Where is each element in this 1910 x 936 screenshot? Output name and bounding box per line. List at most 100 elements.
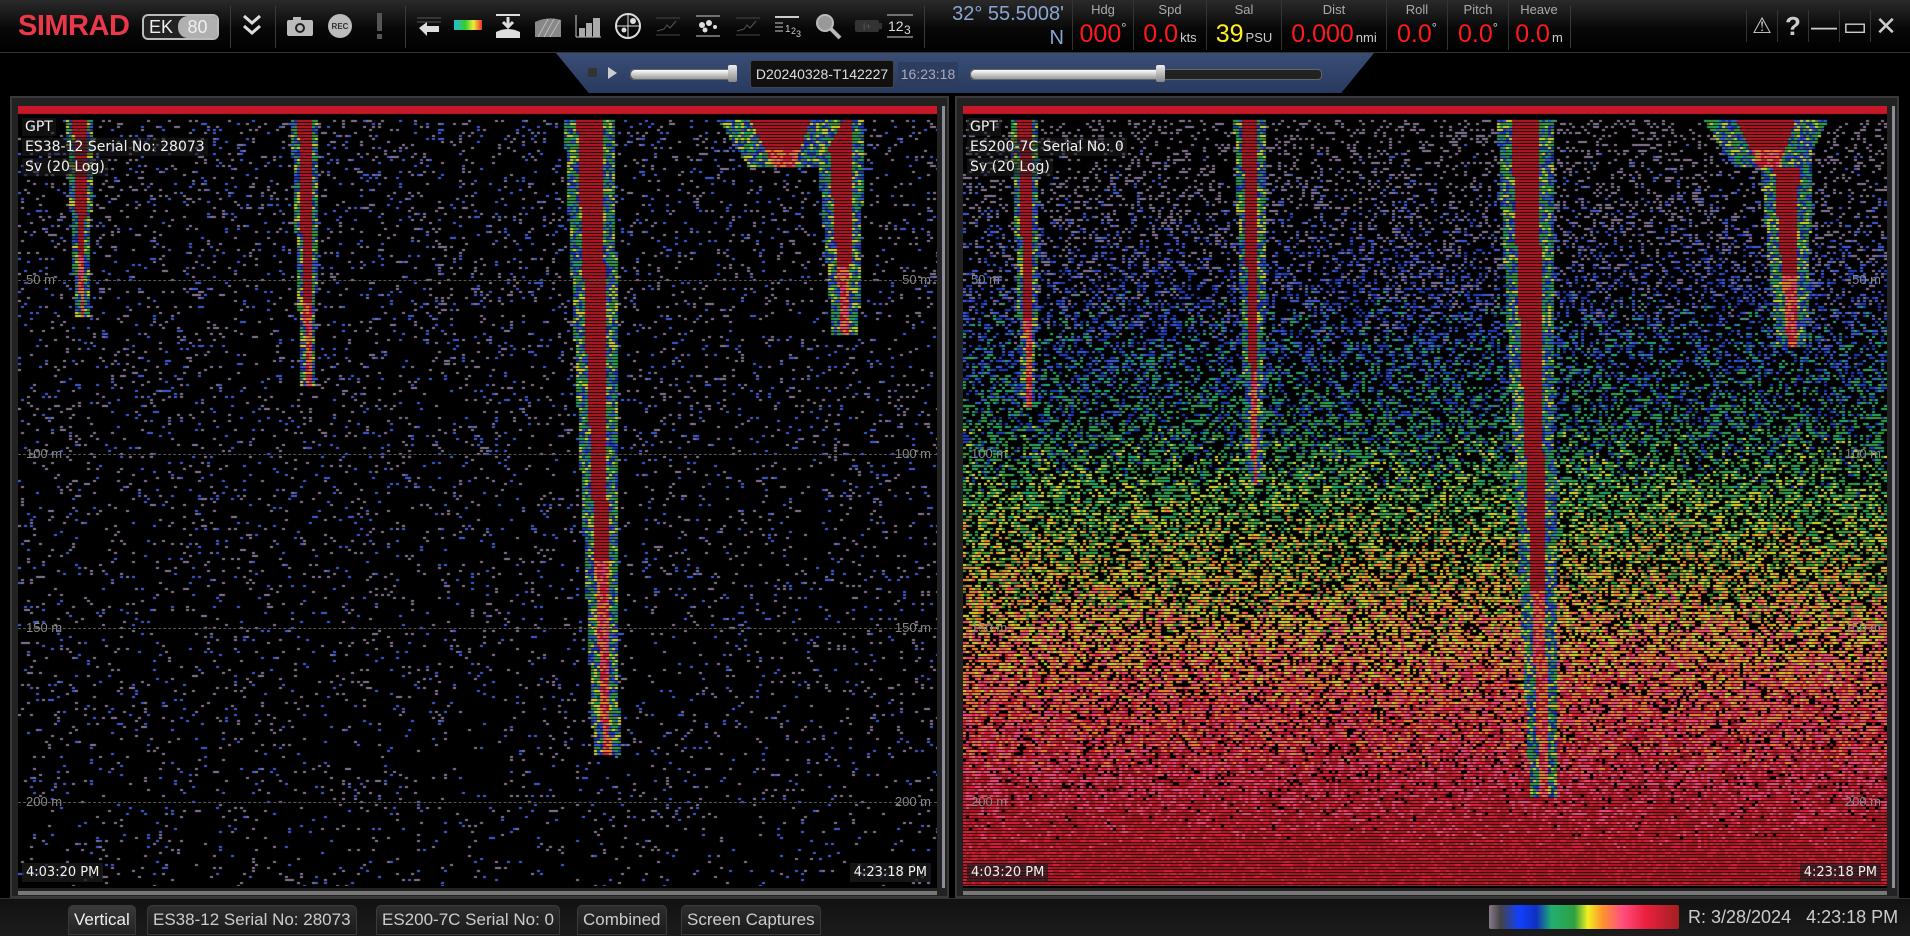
speed-slider-fill xyxy=(631,70,733,79)
toolbar-divider xyxy=(405,6,406,48)
echo-line-disabled-icon xyxy=(736,17,760,36)
toolbar-divider xyxy=(924,6,925,48)
depth-gridline xyxy=(18,802,937,803)
distance-gauge[interactable]: Dist 0.000 nmi xyxy=(1281,0,1386,50)
echogram-canvas[interactable] xyxy=(18,106,937,886)
tab-vertical[interactable]: Vertical xyxy=(68,905,136,935)
ek80-badge-left: EK xyxy=(148,17,173,37)
depth-label-left: 150 m xyxy=(26,620,63,635)
heading-gauge[interactable]: Hdg 000° xyxy=(1072,0,1133,50)
depth-import-button[interactable] xyxy=(492,10,524,42)
color-palette-icon xyxy=(454,20,482,30)
record-icon: REC xyxy=(328,14,352,38)
gauge-value: 0.0 xyxy=(1515,20,1550,48)
latitude: 32° 55.5008' N xyxy=(952,3,1064,49)
maximize-button[interactable]: ▭ xyxy=(1839,10,1870,42)
minimize-button[interactable]: — xyxy=(1808,10,1839,42)
depth-label-right: 50 m xyxy=(902,272,931,287)
gauge-unit: ° xyxy=(1121,20,1127,35)
tab-combined[interactable]: Combined xyxy=(577,905,667,935)
salinity-gauge[interactable]: Sal 39 PSU xyxy=(1206,0,1281,50)
speed-slider-knob[interactable] xyxy=(728,65,737,82)
target-button[interactable] xyxy=(612,10,644,42)
vertical-range-scrollbar[interactable] xyxy=(1892,106,1895,888)
gauge-label: Dist xyxy=(1322,2,1346,17)
echogram-200khz[interactable]: 50 m 100 m 150 m 200 m 50 m 100 m 150 m … xyxy=(963,106,1887,888)
depth-import-icon xyxy=(496,14,520,38)
gauge-unit: PSU xyxy=(1245,30,1273,45)
playback-speed-slider[interactable] xyxy=(630,65,737,82)
horizontal-scrollbar[interactable] xyxy=(963,891,1887,895)
depth-label-left: 100 m xyxy=(26,446,63,461)
undo-button[interactable] xyxy=(412,10,444,42)
depth-label-right: 100 m xyxy=(894,446,931,461)
roll-gauge[interactable]: Roll 0.0° xyxy=(1386,0,1447,50)
echogram-mode-label: GPT xyxy=(967,118,1001,136)
gauge-unit: ° xyxy=(1492,20,1498,35)
speed-gauge[interactable]: Spd 0.0 kts xyxy=(1133,0,1206,50)
playback-position-slider[interactable] xyxy=(970,65,1322,82)
echogram-type-label: Sv (20 Log) xyxy=(22,158,108,176)
heave-gauge[interactable]: Heave 0.0 m xyxy=(1508,0,1569,50)
close-button[interactable]: ✕ xyxy=(1870,10,1901,42)
gauge-value: 0.0 xyxy=(1397,20,1432,48)
zoom-button[interactable] xyxy=(812,10,844,42)
svg-text:3: 3 xyxy=(904,23,911,37)
color-scale-button[interactable] xyxy=(452,10,484,42)
echo-trace-button[interactable] xyxy=(652,10,684,42)
gauge-label: Heave xyxy=(1520,2,1558,17)
replay-date: R: 3/28/2024 xyxy=(1688,907,1792,927)
screen-capture-button[interactable] xyxy=(284,10,316,42)
help-button[interactable]: ? xyxy=(1777,10,1808,42)
ek80-badge-right: 80 xyxy=(178,16,217,38)
horizontal-scrollbar[interactable] xyxy=(18,891,937,895)
gauge-value: 0.0 xyxy=(1143,20,1179,48)
battery-button[interactable]: I+ xyxy=(852,10,884,42)
color-scale-bar[interactable] xyxy=(1489,905,1679,929)
tab-es200-7c[interactable]: ES200-7C Serial No: 0 xyxy=(376,905,560,935)
depth-label-left: 200 m xyxy=(26,794,63,809)
depth-gridline xyxy=(18,280,937,281)
expand-menu-button[interactable] xyxy=(236,10,268,42)
depth-label-right: 200 m xyxy=(894,794,931,809)
echo-trace-alt-button[interactable] xyxy=(732,10,764,42)
record-button[interactable]: REC xyxy=(324,10,356,42)
position-slider-knob[interactable] xyxy=(1156,65,1166,82)
alarm-warning-button[interactable]: ⚠ xyxy=(1746,10,1777,42)
undo-arrow-icon xyxy=(417,17,441,36)
bottom-hatch-icon xyxy=(535,18,561,38)
pitch-gauge[interactable]: Pitch 0.0° xyxy=(1447,0,1508,50)
toolbar-divider xyxy=(230,6,231,48)
echogram-mode-label: GPT xyxy=(22,118,56,136)
replay-time: 16:23:18 xyxy=(898,62,958,86)
depth-label-left: 50 m xyxy=(971,272,1000,287)
tab-es38-12[interactable]: ES38-12 Serial No: 28073 xyxy=(147,905,357,935)
echogram-canvas[interactable] xyxy=(963,106,1887,886)
echogram-38khz[interactable]: 50 m 100 m 150 m 200 m 50 m 100 m 150 m … xyxy=(18,106,937,888)
transducer-label: ES200-7C Serial No: 0 xyxy=(967,138,1127,156)
numeric-display-button[interactable]: 12 3 xyxy=(884,10,916,42)
end-time-label: 4:23:18 PM xyxy=(1799,863,1881,882)
close-icon: ✕ xyxy=(1875,11,1897,41)
position-slider-fill xyxy=(971,70,1162,79)
toolbar-divider xyxy=(1570,6,1571,48)
minimize-icon: — xyxy=(1811,11,1837,41)
layers-button[interactable]: 123 xyxy=(772,10,804,42)
battery-icon: I+ xyxy=(855,20,882,33)
gauge-label: Hdg xyxy=(1091,2,1115,17)
start-time-label: 4:03:20 PM xyxy=(22,863,104,882)
single-targets-button[interactable] xyxy=(692,10,724,42)
histogram-button[interactable] xyxy=(572,10,604,42)
echogram-type-label: Sv (20 Log) xyxy=(967,158,1053,176)
depth-label-right: 150 m xyxy=(894,620,931,635)
histogram-icon xyxy=(575,15,601,38)
tab-screen-captures[interactable]: Screen Captures xyxy=(681,905,821,935)
gauge-label: Spd xyxy=(1158,2,1182,17)
stop-icon[interactable] xyxy=(588,68,597,77)
play-icon[interactable] xyxy=(608,67,617,79)
bottom-detection-button[interactable] xyxy=(532,10,564,42)
gauge-value: 39 xyxy=(1215,20,1244,48)
svg-text:I+: I+ xyxy=(863,22,872,33)
vertical-range-scrollbar[interactable] xyxy=(942,106,945,888)
alarm-button[interactable] xyxy=(364,10,396,42)
